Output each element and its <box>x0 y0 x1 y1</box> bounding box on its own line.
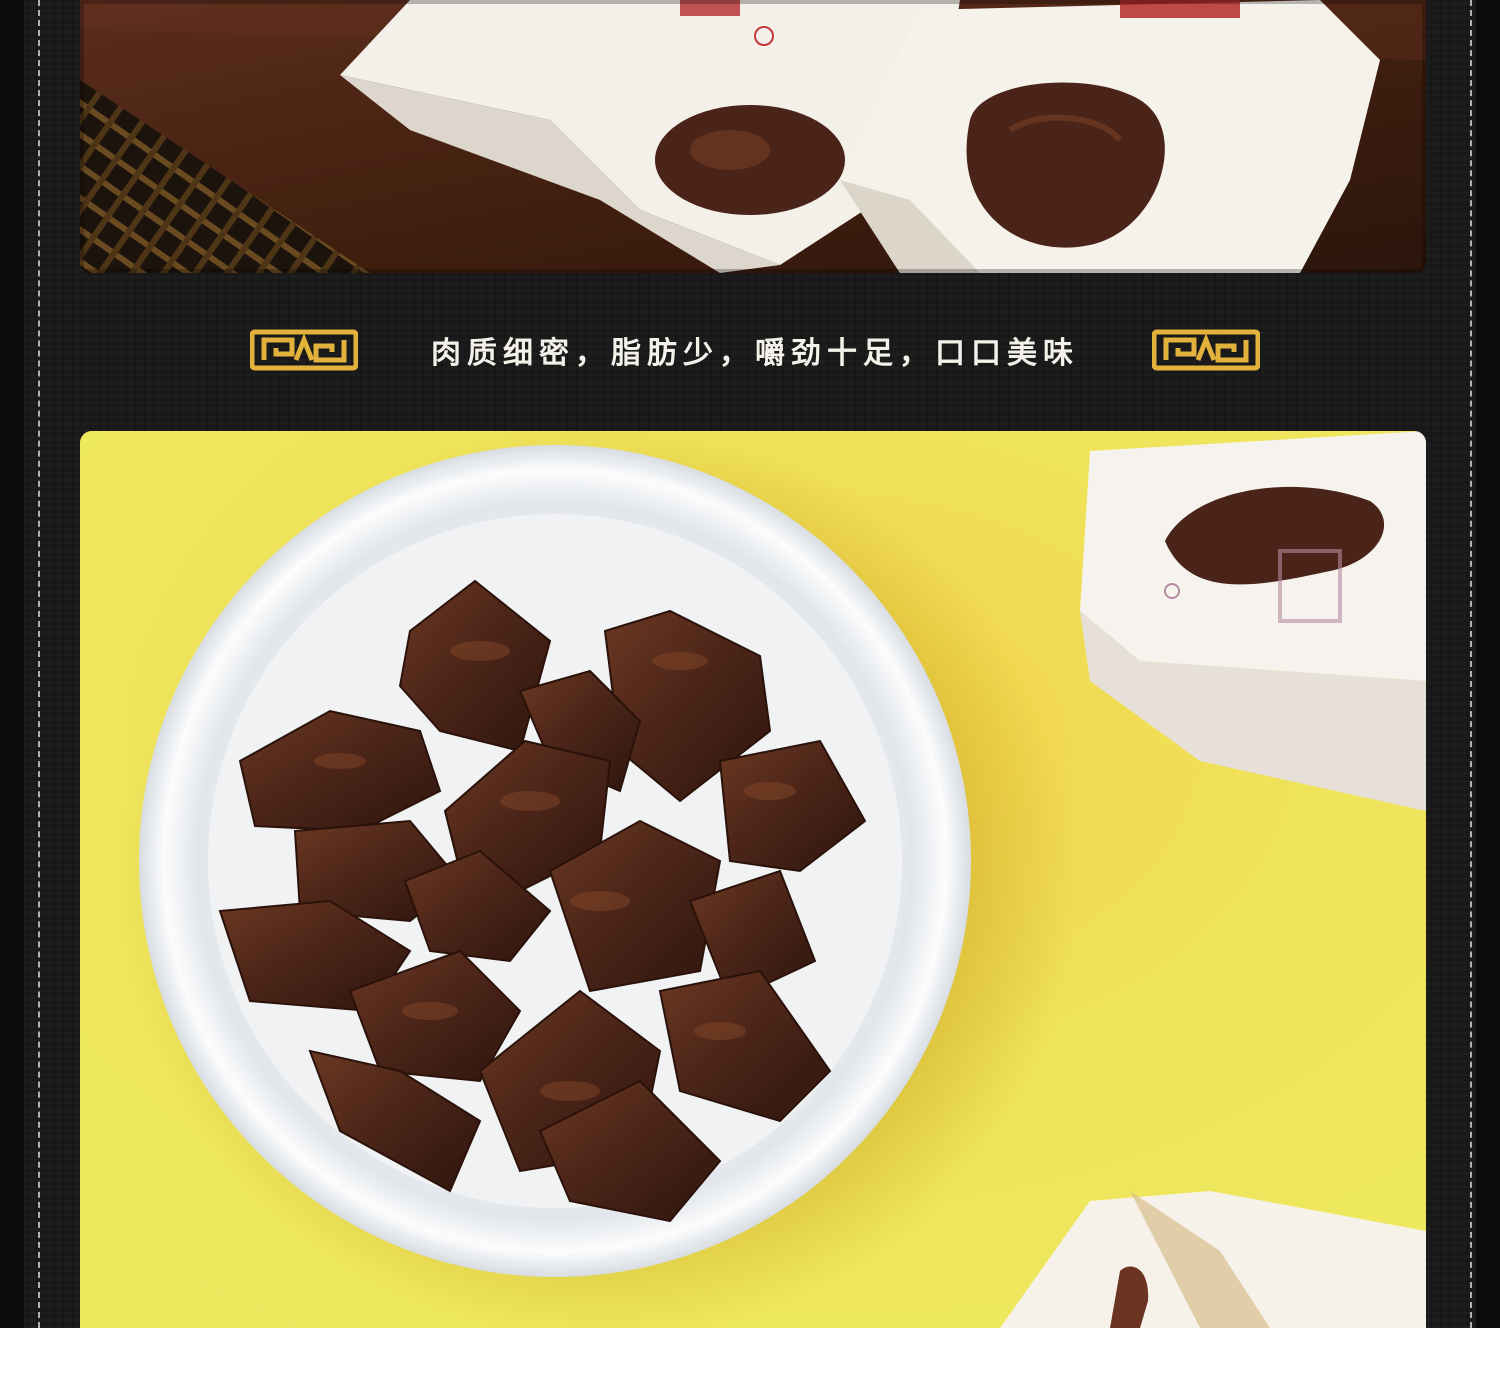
left-stitch-line <box>38 0 40 1328</box>
bottom-product-photo <box>80 431 1426 1328</box>
right-border <box>1476 0 1500 1328</box>
background-board: 肉质细密，脂肪少，嚼劲十足，口口美味 <box>0 0 1500 1328</box>
slogan-text: 肉质细密，脂肪少，嚼劲十足，口口美味 <box>431 336 1079 371</box>
slogan-banner: 肉质细密，脂肪少，嚼劲十足，口口美味 <box>250 318 1260 382</box>
right-stitch-line <box>1470 0 1472 1328</box>
left-border <box>0 0 24 1328</box>
left-fret-ornament-icon <box>250 329 358 371</box>
right-fret-ornament-icon <box>1152 329 1260 371</box>
top-product-photo <box>80 0 1426 273</box>
